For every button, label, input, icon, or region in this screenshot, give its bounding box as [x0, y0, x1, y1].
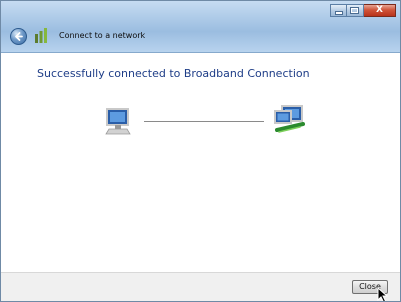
dialog-footer: Close: [1, 272, 400, 301]
connection-line: [144, 121, 264, 122]
status-headline: Successfully connected to Broadband Conn…: [37, 67, 310, 80]
close-window-button[interactable]: X: [364, 4, 396, 17]
mouse-cursor-icon: [377, 287, 389, 301]
window-controls: X: [330, 4, 396, 20]
maximize-button[interactable]: [347, 4, 364, 17]
back-button[interactable]: [10, 28, 27, 45]
dialog-window: Connect to a network X Successfully conn…: [0, 0, 401, 302]
close-icon: X: [376, 5, 383, 15]
back-arrow-icon: [15, 32, 23, 41]
minimize-button[interactable]: [330, 4, 347, 17]
network-icon: [35, 28, 47, 43]
title-bar: Connect to a network X: [1, 1, 400, 53]
computer-icon: [105, 108, 131, 135]
window-title: Connect to a network: [59, 31, 146, 40]
network-computers-icon: [274, 105, 305, 133]
